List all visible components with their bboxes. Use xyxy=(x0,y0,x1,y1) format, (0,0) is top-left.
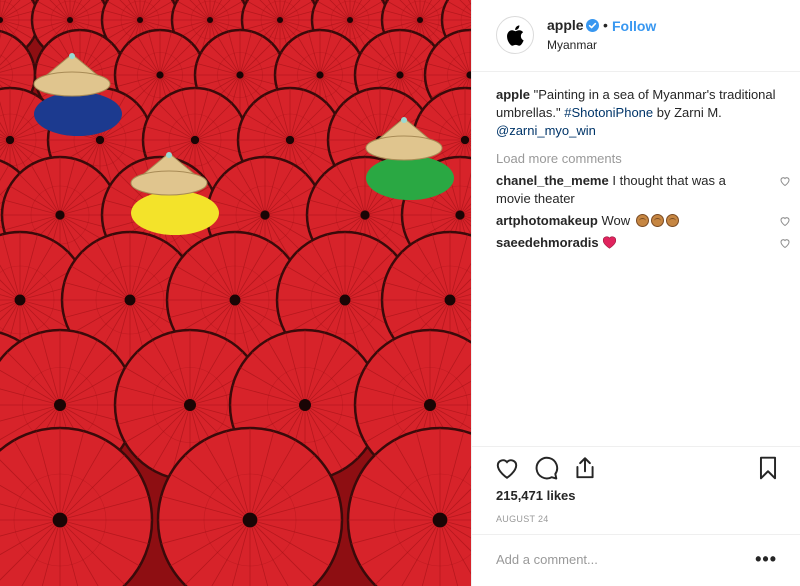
heart-icon[interactable] xyxy=(494,455,520,481)
comment-like-icon[interactable] xyxy=(779,215,791,227)
verified-badge-icon xyxy=(586,19,599,32)
post-photo[interactable] xyxy=(0,0,471,586)
avatar[interactable] xyxy=(496,16,534,54)
username-link[interactable]: apple xyxy=(547,17,584,33)
separator-dot: • xyxy=(603,17,608,33)
comment-item: artphotomakeup Wow xyxy=(496,212,790,230)
comment-username[interactable]: saeedehmoradis xyxy=(496,235,599,250)
comment-like-icon[interactable] xyxy=(779,175,791,187)
comment-text: Wow xyxy=(601,213,631,228)
post-date: AUGUST 24 xyxy=(496,514,549,524)
more-options-button[interactable]: ••• xyxy=(755,549,777,570)
comment-like-icon[interactable] xyxy=(779,237,791,249)
comment-item: saeedehmoradis xyxy=(496,234,790,252)
bookmark-icon[interactable] xyxy=(755,455,781,481)
umbrellas-photo xyxy=(0,0,471,586)
load-more-comments-button[interactable]: Load more comments xyxy=(496,150,781,168)
clap-hands-emoji xyxy=(634,213,679,228)
mention-link[interactable]: @zarni_myo_win xyxy=(496,123,596,138)
apple-logo-icon xyxy=(507,24,524,46)
likes-count[interactable]: 215,471 likes xyxy=(496,488,576,503)
comment-username[interactable]: artphotomakeup xyxy=(496,213,598,228)
share-icon[interactable] xyxy=(572,455,598,481)
add-comment-bar: Add a comment... ••• xyxy=(472,534,800,586)
hashtag-link[interactable]: #ShotoniPhone xyxy=(564,105,653,120)
comment-icon[interactable] xyxy=(533,455,559,481)
post-side-panel: apple • Follow Myanmar apple "Painting i… xyxy=(471,0,800,586)
action-bar xyxy=(472,446,800,480)
add-comment-input[interactable]: Add a comment... xyxy=(496,552,598,567)
location-link[interactable]: Myanmar xyxy=(547,38,597,52)
comments-list: apple "Painting in a sea of Myanmar's tr… xyxy=(496,86,790,252)
comment-item: chanel_the_meme I thought that was a mov… xyxy=(496,172,790,208)
red-heart-emoji xyxy=(603,236,617,249)
caption: apple "Painting in a sea of Myanmar's tr… xyxy=(496,86,781,140)
follow-button[interactable]: Follow xyxy=(612,18,656,34)
comment-username[interactable]: chanel_the_meme xyxy=(496,173,609,188)
caption-username[interactable]: apple xyxy=(496,87,530,102)
post-header: apple • Follow Myanmar xyxy=(472,0,800,72)
instagram-post: apple • Follow Myanmar apple "Painting i… xyxy=(0,0,800,586)
caption-credit: by Zarni M. xyxy=(656,105,722,120)
